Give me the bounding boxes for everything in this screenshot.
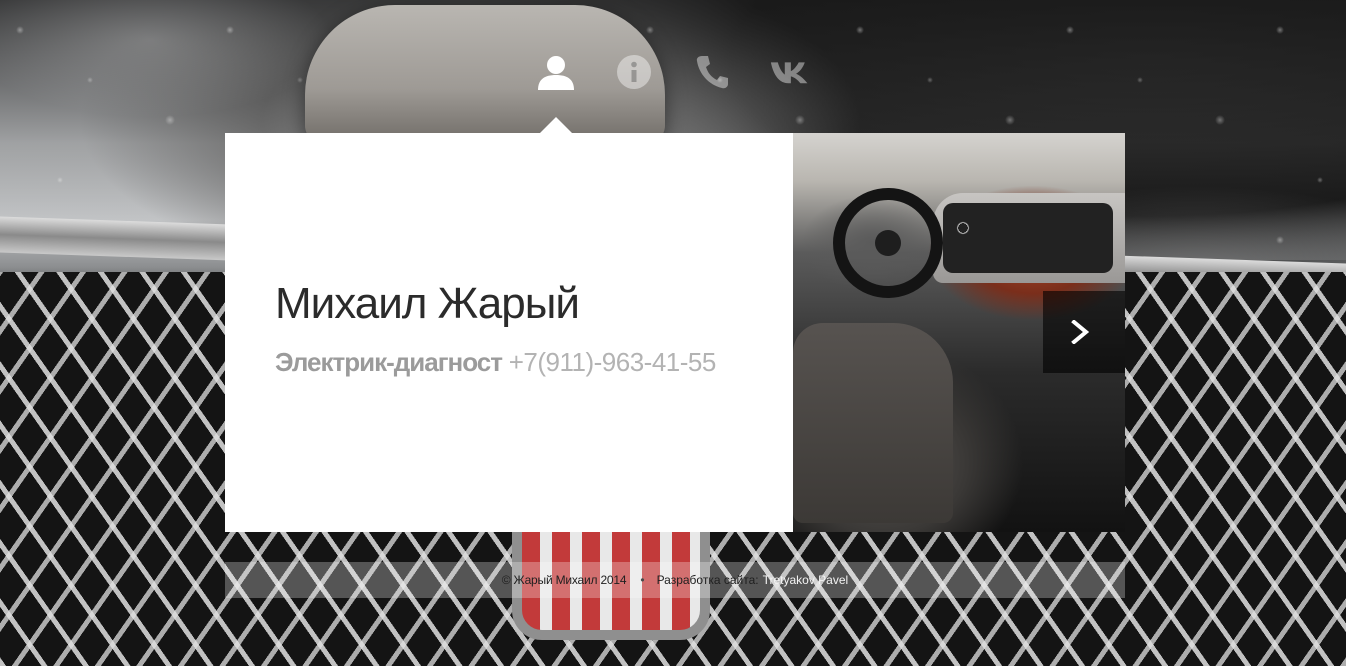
profile-card: Михаил Жарый Электрик-диагност +7(911)-9…	[225, 133, 793, 532]
footer-bar: © Жарый Михаил 2014 • Разработка сайта: …	[225, 562, 1125, 598]
slider-next-button[interactable]	[1043, 291, 1125, 373]
person-subtitle: Электрик-диагност +7(911)-963-41-55	[275, 346, 716, 378]
photo-seat	[793, 323, 953, 523]
nav-profile[interactable]	[536, 52, 576, 92]
person-role: Электрик-диагност	[275, 347, 503, 377]
person-phone[interactable]: +7(911)-963-41-55	[509, 347, 717, 377]
phone-icon	[696, 56, 728, 89]
vk-icon	[770, 62, 808, 84]
top-icon-nav	[536, 52, 810, 92]
nav-phone[interactable]	[692, 52, 732, 92]
info-icon	[617, 55, 651, 89]
card-pointer-arrow	[540, 117, 572, 133]
nav-vk[interactable]	[770, 52, 810, 92]
footer-separator: •	[640, 573, 645, 587]
chevron-right-icon	[1071, 320, 1089, 344]
user-icon	[538, 56, 574, 90]
person-name: Михаил Жарый	[275, 279, 580, 328]
footer-copyright: © Жарый Михаил 2014	[501, 573, 627, 587]
footer-credit-label: Разработка сайта:	[656, 573, 759, 587]
photo-steering-wheel	[833, 188, 943, 298]
photo-instrument-panel	[943, 203, 1113, 273]
footer-credit-link[interactable]: Tretyakov Pavel	[763, 573, 849, 587]
nav-info[interactable]	[614, 52, 654, 92]
